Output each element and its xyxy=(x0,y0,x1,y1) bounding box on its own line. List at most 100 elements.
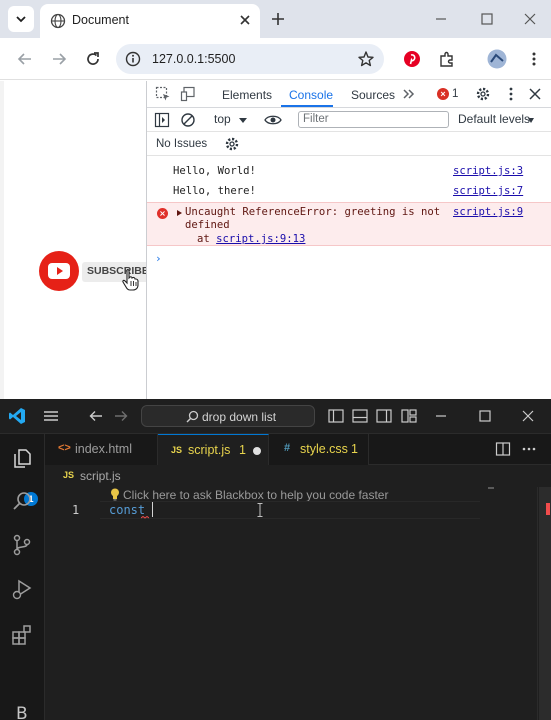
tab-elements[interactable]: Elements xyxy=(222,88,272,102)
tab-label: script.js xyxy=(188,443,231,457)
editor-tab-bar: <> index.html JS script.js 1 # style.css… xyxy=(45,434,551,465)
console-source-link[interactable]: script.js:7 xyxy=(453,185,523,197)
devtools-tabbar: Elements Console Sources × 1 xyxy=(147,81,551,108)
tab-console[interactable]: Console xyxy=(289,88,333,102)
tab-problem-count: 1 xyxy=(351,442,358,456)
source-control-icon[interactable] xyxy=(10,533,34,557)
blackbox-extension-icon[interactable]: B xyxy=(16,704,28,720)
vscode-logo-icon xyxy=(9,408,25,424)
code-line[interactable]: const xyxy=(109,503,145,517)
console-message: Hello, World! xyxy=(173,165,256,177)
filter-input[interactable]: Filter xyxy=(298,111,449,128)
console-message: Hello, there! xyxy=(173,185,256,197)
browser-tab[interactable]: Document xyxy=(40,4,260,38)
console-error-row: × Uncaught ReferenceError: greeting is n… xyxy=(147,202,551,246)
extensions-icon[interactable] xyxy=(10,623,34,647)
window-close-icon[interactable] xyxy=(519,407,537,425)
js-file-icon: JS xyxy=(63,470,75,480)
profile-avatar-icon[interactable] xyxy=(487,49,507,69)
error-count-icon[interactable]: × xyxy=(437,88,449,100)
close-icon[interactable] xyxy=(238,13,252,27)
vscode-window: drop down list 1 B <> index.html JS scri… xyxy=(0,399,551,720)
live-expression-eye-icon[interactable] xyxy=(264,112,282,128)
maximize-icon[interactable] xyxy=(476,407,494,425)
lightbulb-icon[interactable] xyxy=(110,488,120,501)
text-caret xyxy=(152,502,153,517)
tab-search-button[interactable] xyxy=(8,6,34,32)
context-caret-icon[interactable] xyxy=(239,118,247,123)
minimize-icon[interactable] xyxy=(433,11,449,27)
clear-console-icon[interactable] xyxy=(180,112,196,128)
pinterest-icon[interactable] xyxy=(403,50,421,68)
window-close-icon[interactable] xyxy=(522,11,538,27)
youtube-logo-icon[interactable] xyxy=(39,251,79,291)
console-source-link[interactable]: script.js:3 xyxy=(453,165,523,177)
activity-bar: 1 B xyxy=(0,434,45,720)
console-settings-gear-icon[interactable] xyxy=(224,136,240,152)
bookmark-star-icon[interactable] xyxy=(357,50,375,68)
context-selector[interactable]: top xyxy=(214,112,231,126)
console-toolbar: top Filter Default levels xyxy=(147,108,551,132)
tab-problem-count: 1 xyxy=(239,443,246,457)
devtools-panel: Elements Console Sources × 1 top Filter … xyxy=(146,81,551,399)
console-log-row: Hello, World! script.js:3 xyxy=(147,161,551,181)
unsaved-dot-icon[interactable] xyxy=(253,447,261,455)
error-icon: × xyxy=(157,208,168,219)
site-info-icon[interactable] xyxy=(125,51,141,67)
back-arrow-icon[interactable] xyxy=(87,407,105,425)
html-file-icon: <> xyxy=(58,442,71,454)
toggle-secondary-sidebar-icon[interactable] xyxy=(375,407,393,425)
current-line-highlight xyxy=(100,501,480,519)
forward-arrow-icon[interactable] xyxy=(112,407,130,425)
tab-title: Document xyxy=(72,13,129,27)
subscribe-button[interactable]: SUBSCRIBED xyxy=(82,262,156,282)
devtools-menu-icon[interactable] xyxy=(503,86,519,102)
address-bar[interactable]: 127.0.0.1:5500 xyxy=(116,44,384,74)
run-debug-icon[interactable] xyxy=(10,577,34,601)
line-number: 1 xyxy=(72,503,80,517)
settings-gear-icon[interactable] xyxy=(475,86,491,102)
inspect-element-icon[interactable] xyxy=(155,86,171,102)
more-actions-icon[interactable] xyxy=(521,441,537,457)
customize-layout-icon[interactable] xyxy=(400,407,418,425)
back-arrow-icon[interactable] xyxy=(16,50,34,68)
error-count[interactable]: 1 xyxy=(452,88,458,100)
expand-triangle-icon[interactable] xyxy=(177,210,182,216)
issues-label[interactable]: No Issues xyxy=(156,138,207,150)
forward-arrow-icon[interactable] xyxy=(50,50,68,68)
reload-icon[interactable] xyxy=(84,50,102,68)
error-stack-line: at script.js:9:13 xyxy=(197,233,305,245)
command-center-search[interactable]: drop down list xyxy=(141,405,315,427)
search-icon[interactable] xyxy=(10,489,34,513)
device-toolbar-icon[interactable] xyxy=(180,86,196,102)
toggle-panel-icon[interactable] xyxy=(351,407,369,425)
editor-tab-index-html[interactable]: <> index.html xyxy=(45,434,158,465)
explorer-files-icon[interactable] xyxy=(10,446,34,470)
breadcrumb-item[interactable]: script.js xyxy=(80,469,121,483)
editor-scrollbar[interactable] xyxy=(539,487,551,720)
editor-tab-style-css[interactable]: # style.css 1 xyxy=(269,434,369,465)
toggle-primary-sidebar-icon[interactable] xyxy=(327,407,345,425)
console-log-row: Hello, there! script.js:7 xyxy=(147,181,551,201)
new-tab-icon[interactable] xyxy=(270,11,286,27)
extensions-icon[interactable] xyxy=(438,50,456,68)
page-viewport xyxy=(0,81,146,399)
hamburger-menu-icon[interactable] xyxy=(42,407,60,425)
stack-link[interactable]: script.js:9:13 xyxy=(216,233,305,245)
log-levels-dropdown[interactable]: Default levels xyxy=(458,112,530,126)
blackbox-hint[interactable]: Click here to ask Blackbox to help you c… xyxy=(123,488,388,502)
search-icon xyxy=(186,410,199,423)
more-tabs-icon[interactable] xyxy=(402,87,416,101)
editor-tab-script-js[interactable]: JS script.js 1 xyxy=(158,434,269,465)
console-source-link[interactable]: script.js:9 xyxy=(453,206,523,218)
globe-icon xyxy=(50,13,66,29)
minimize-icon[interactable] xyxy=(432,407,450,425)
console-prompt-icon[interactable]: › xyxy=(155,252,162,265)
tab-sources[interactable]: Sources xyxy=(351,88,395,102)
sidebar-toggle-icon[interactable] xyxy=(154,112,170,128)
split-editor-icon[interactable] xyxy=(495,441,511,457)
maximize-icon[interactable] xyxy=(479,11,495,27)
devtools-close-icon[interactable] xyxy=(527,86,543,102)
kebab-menu-icon[interactable] xyxy=(525,50,543,68)
levels-caret-icon[interactable] xyxy=(528,118,534,123)
